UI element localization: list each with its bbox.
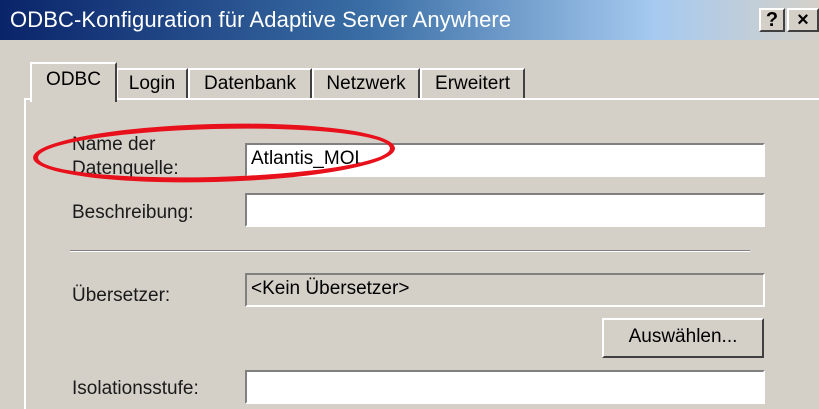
title-bar[interactable]: ODBC-Konfiguration für Adaptive Server A… (0, 0, 819, 40)
tab-erweitert[interactable]: Erweitert (420, 68, 525, 100)
description-input[interactable] (245, 193, 765, 227)
description-label: Beschreibung: (72, 202, 194, 223)
translator-label: Übersetzer: (72, 285, 171, 306)
tab-netzwerk[interactable]: Netzwerk (312, 68, 420, 100)
tab-odbc[interactable]: ODBC (30, 62, 117, 102)
select-translator-button[interactable]: Auswählen... (602, 318, 764, 358)
section-divider (70, 250, 750, 252)
isolation-label: Isolationsstufe: (72, 378, 199, 399)
help-button[interactable]: ? (759, 8, 785, 32)
datasource-label-line2: Datenquelle: (72, 158, 179, 179)
datasource-name-input[interactable]: Atlantis_MOL (245, 143, 765, 177)
tab-login[interactable]: Login (116, 68, 188, 100)
close-button[interactable]: × (787, 8, 819, 32)
translator-field: <Kein Übersetzer> (245, 273, 765, 307)
window-title: ODBC-Konfiguration für Adaptive Server A… (10, 7, 512, 32)
datasource-label-line1: Name der (72, 134, 156, 155)
isolation-level-input[interactable] (245, 370, 765, 404)
odbc-config-dialog: ODBC-Konfiguration für Adaptive Server A… (0, 0, 819, 409)
tab-datenbank[interactable]: Datenbank (188, 68, 312, 100)
